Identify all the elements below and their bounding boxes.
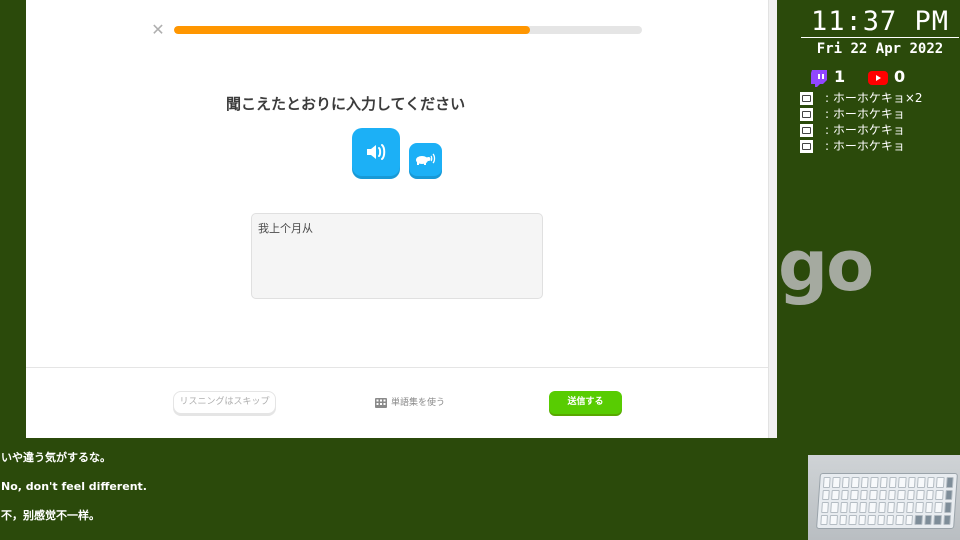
progress-fill <box>174 26 530 34</box>
bilibili-avatar-icon <box>800 108 813 121</box>
youtube-count: 0 <box>868 67 905 87</box>
keycap <box>898 477 907 488</box>
keycap <box>896 502 905 513</box>
keycap <box>906 489 916 500</box>
keycap <box>832 477 841 488</box>
skip-listening-button[interactable]: リスニングはスキップ <box>173 391 276 414</box>
use-word-bank-button[interactable]: 単語集を使う <box>375 396 445 410</box>
keycap <box>867 514 876 525</box>
keycap <box>879 477 888 488</box>
keycap <box>858 514 867 525</box>
answer-input[interactable]: 我上个月从 <box>251 213 543 299</box>
clock-time: 11:37 PM <box>810 6 950 37</box>
subtitle-english: No, don't feel different. <box>1 480 147 493</box>
keycap <box>935 489 944 500</box>
bilibili-avatar-icon <box>800 92 813 105</box>
keycap <box>876 514 886 525</box>
keycap <box>924 502 934 513</box>
keycap <box>887 502 896 513</box>
bilibili-avatar-icon <box>800 140 813 153</box>
chat-message: : ホーホケキョ <box>800 122 958 138</box>
chat-message: : ホーホケキョ×2 <box>800 90 958 106</box>
keycap <box>822 489 831 500</box>
keycap <box>848 514 857 525</box>
keycap <box>944 489 953 500</box>
keycap <box>926 477 935 488</box>
keycap <box>859 489 868 500</box>
keycap <box>924 514 933 525</box>
clock-divider <box>801 37 959 38</box>
keycap <box>917 477 926 488</box>
clock-date: Fri 22 Apr 2022 <box>816 41 944 57</box>
submit-button[interactable]: 送信する <box>549 391 622 414</box>
keycap <box>888 477 898 488</box>
keycap <box>905 514 914 525</box>
twitch-count-value: 1 <box>834 67 846 86</box>
keycap <box>945 477 954 488</box>
duolingo-logo-watermark: go <box>778 225 874 307</box>
keycap <box>840 489 850 500</box>
close-icon[interactable]: ✕ <box>148 20 168 40</box>
keycap <box>830 502 839 513</box>
keycap <box>869 489 878 500</box>
keycap <box>878 489 887 500</box>
subtitle-japanese: いや違う気がするな。 <box>1 451 111 464</box>
keycap <box>915 502 924 513</box>
keycap <box>868 502 877 513</box>
keycap <box>914 514 923 525</box>
keycap <box>820 514 829 525</box>
progress-bar <box>174 26 642 34</box>
keycap <box>831 489 840 500</box>
keycap <box>934 502 943 513</box>
keycap <box>907 477 916 488</box>
keycap <box>933 514 942 525</box>
chat-message: : ホーホケキョ <box>800 138 958 154</box>
keycap <box>906 502 915 513</box>
keyboard-icon <box>375 397 387 408</box>
footer-divider <box>26 367 768 368</box>
keycap <box>839 514 848 525</box>
keycap <box>877 502 886 513</box>
keycap <box>925 489 934 500</box>
youtube-count-value: 0 <box>894 67 906 86</box>
page-title: 聞こえたとおりに入力してください <box>226 95 466 113</box>
youtube-icon <box>868 70 888 85</box>
keycap <box>870 477 879 488</box>
turtle-icon <box>416 153 436 165</box>
keycap <box>849 502 858 513</box>
keycap <box>943 502 952 513</box>
subtitles: いや違う気がするな。 No, don't feel different. 不，别… <box>1 451 147 538</box>
chat-list: : ホーホケキョ×2 : ホーホケキョ : ホーホケキョ : ホーホケキョ <box>800 90 958 154</box>
keycap <box>840 502 849 513</box>
keycap <box>858 502 868 513</box>
chat-message: : ホーホケキョ <box>800 106 958 122</box>
keyboard-image <box>816 473 958 529</box>
keycap <box>860 477 869 488</box>
keycap <box>886 514 895 525</box>
twitch-count: 1 <box>810 67 845 87</box>
speaker-icon <box>367 144 386 160</box>
keycap <box>851 477 860 488</box>
word-bank-label: 単語集を使う <box>391 398 446 408</box>
keycap <box>822 477 832 488</box>
keycap <box>936 477 945 488</box>
scrollbar[interactable] <box>768 0 777 438</box>
keycap <box>841 477 850 488</box>
keycap <box>829 514 838 525</box>
keycap <box>888 489 897 500</box>
keycap <box>942 514 952 525</box>
keycap <box>821 502 830 513</box>
keycap <box>895 514 904 525</box>
keycap <box>916 489 925 500</box>
keycap <box>897 489 906 500</box>
twitch-icon <box>811 69 827 87</box>
subtitle-chinese: 不，别感觉不一样。 <box>1 509 100 522</box>
bilibili-avatar-icon <box>800 124 813 137</box>
keycap <box>850 489 859 500</box>
play-audio-button[interactable] <box>352 128 400 176</box>
play-slow-button[interactable] <box>409 143 442 176</box>
